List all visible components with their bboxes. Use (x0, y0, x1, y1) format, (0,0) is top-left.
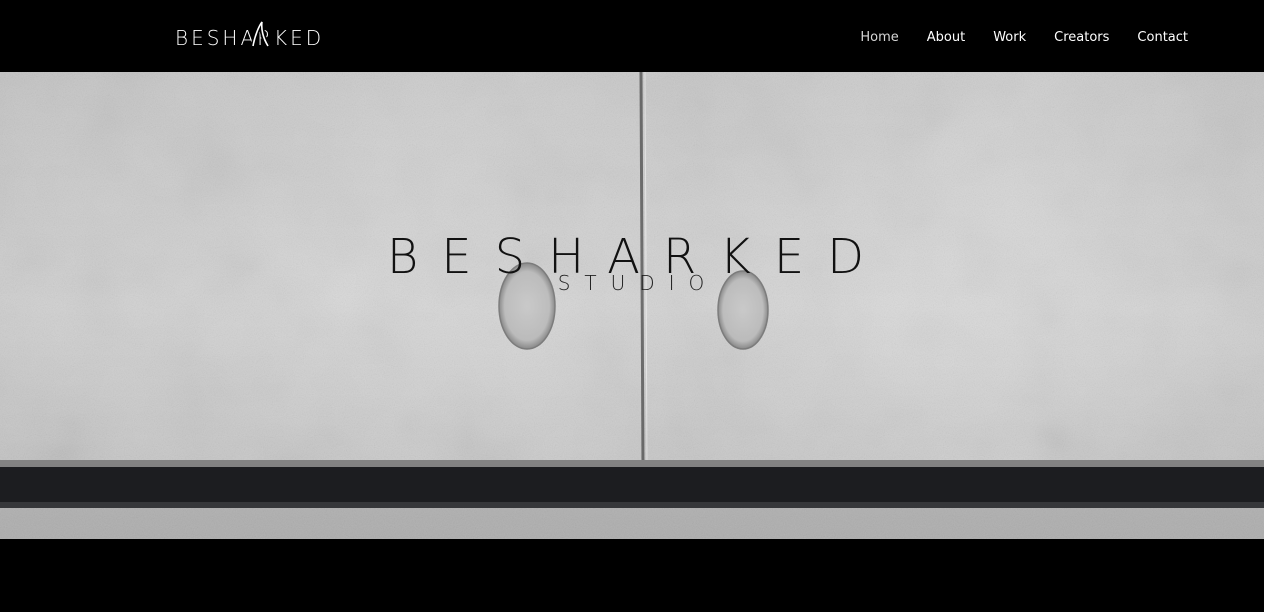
logo-text: BESHARKED (175, 26, 325, 50)
site-logo[interactable]: BESHARKED (175, 21, 325, 52)
footer-band (0, 539, 1264, 612)
nav-home-link[interactable]: Home (860, 30, 898, 45)
hero-background-image (0, 72, 1264, 539)
main-nav: Home About Work Creators Contact (860, 30, 1188, 45)
nav-creators-link[interactable]: Creators (1054, 30, 1109, 45)
nav-contact-link[interactable]: Contact (1137, 30, 1188, 45)
hero-subtitle: STUDIO (557, 271, 719, 295)
site-header: BESHARKED Home About Work Creators Conta… (0, 0, 1264, 72)
hero-section: BESHARKED STUDIO (0, 72, 1264, 539)
nav-about-link[interactable]: About (927, 30, 965, 45)
nav-work-link[interactable]: Work (993, 30, 1026, 45)
